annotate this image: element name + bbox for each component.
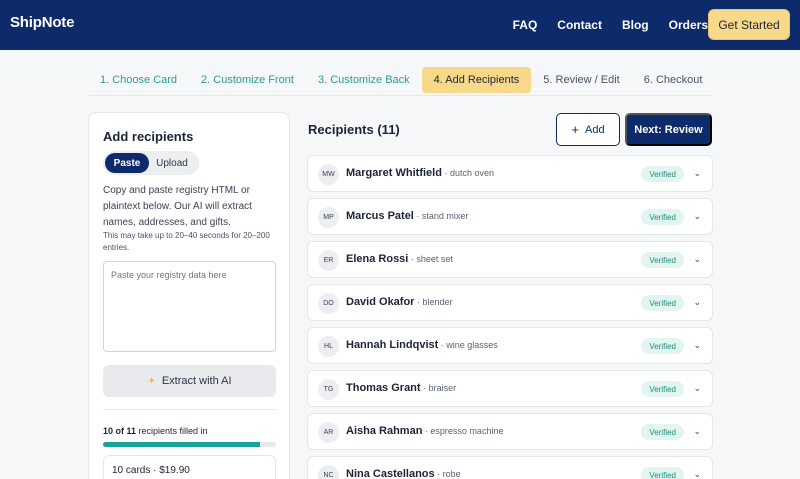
recipient-name: Aisha Rahman (346, 425, 423, 437)
recipient-row[interactable]: ER Elena Rossi · sheet set Verified ⌄ (307, 241, 713, 278)
step-add-recipients[interactable]: 4. Add Recipients (421, 66, 532, 93)
plus-icon: + (571, 122, 579, 137)
step-customize-front[interactable]: 2. Customize Front (189, 67, 306, 93)
recipient-name-line: Elena Rossi · sheet set (346, 253, 453, 265)
recipient-row[interactable]: MW Margaret Whitfield · dutch oven Verif… (307, 155, 713, 192)
status-badge: Verified (641, 381, 684, 397)
main-nav: FAQ Contact Blog Orders (493, 0, 708, 50)
recipients-title: Recipients (11) (308, 122, 400, 137)
status-badge: Verified (641, 424, 684, 440)
paste-instructions: Copy and paste registry HTML or plaintex… (103, 185, 252, 228)
recipient-gift: · espresso machine (422, 426, 504, 436)
recipient-row[interactable]: TG Thomas Grant · braiser Verified ⌄ (307, 370, 713, 407)
avatar: ER (318, 250, 339, 271)
add-recipients-panel: Add recipients Paste Upload Copy and pas… (88, 112, 290, 479)
extract-label: Extract with AI (161, 375, 232, 387)
sparkle-icon: ✦ (147, 375, 156, 387)
recipient-row[interactable]: MP Marcus Patel · stand mixer Verified ⌄ (307, 198, 713, 235)
paste-tab[interactable]: Paste (105, 153, 149, 173)
status-badge: Verified (641, 209, 684, 225)
recipient-name: Elena Rossi (346, 253, 409, 265)
recipient-name-line: Thomas Grant · braiser (346, 382, 456, 394)
nav-blog[interactable]: Blog (622, 18, 649, 32)
logo[interactable]: ShipNote (10, 14, 74, 31)
step-review-edit[interactable]: 5. Review / Edit (531, 67, 631, 93)
next-review-button[interactable]: Next: Review (625, 113, 712, 146)
recipient-name-line: Hannah Lindqvist · wine glasses (346, 339, 498, 351)
recipient-gift: · robe (434, 469, 461, 479)
nav-orders[interactable]: Orders (669, 18, 708, 32)
recipient-name-line: Aisha Rahman · espresso machine (346, 425, 503, 437)
upload-tab[interactable]: Upload (149, 153, 195, 173)
recipient-name: Margaret Whitfield (346, 167, 442, 179)
chevron-down-icon[interactable]: ⌄ (693, 469, 701, 479)
chevron-down-icon[interactable]: ⌄ (693, 211, 701, 222)
step-customize-back[interactable]: 3. Customize Back (306, 67, 422, 93)
recipient-row[interactable]: AR Aisha Rahman · espresso machine Verif… (307, 413, 713, 450)
processing-note: This may take up to 20–40 seconds for 20… (103, 231, 270, 252)
recipient-row[interactable]: HL Hannah Lindqvist · wine glasses Verif… (307, 327, 713, 364)
recipient-name-line: Nina Castellanos · robe (346, 468, 461, 479)
panel-title: Add recipients (103, 129, 194, 144)
progress-count: 10 of 11 (103, 426, 137, 436)
add-label: Add (585, 123, 605, 136)
recipient-name-line: Marcus Patel · stand mixer (346, 210, 468, 222)
avatar: DO (318, 293, 339, 314)
step-choose-card[interactable]: 1. Choose Card (88, 67, 189, 93)
get-started-button[interactable]: Get Started (708, 9, 790, 40)
recipient-gift: · dutch oven (441, 168, 494, 178)
recipient-gift: · sheet set (408, 254, 453, 264)
recipient-name-line: David Okafor · blender (346, 296, 453, 308)
status-badge: Verified (641, 166, 684, 182)
recipient-gift: · braiser (420, 383, 457, 393)
order-summary: 10 cards · $19.90 (103, 455, 276, 479)
registry-textarea[interactable] (103, 261, 276, 352)
progress-label: 10 of 11 recipients filled in (103, 426, 208, 436)
status-badge: Verified (641, 467, 684, 479)
recipient-name: Thomas Grant (346, 382, 421, 394)
chevron-down-icon[interactable]: ⌄ (693, 254, 701, 265)
recipient-gift: · stand mixer (413, 211, 469, 221)
progress-bar-fill (103, 442, 261, 447)
recipient-name-line: Margaret Whitfield · dutch oven (346, 167, 494, 179)
avatar: MW (318, 164, 339, 185)
chevron-down-icon[interactable]: ⌄ (693, 297, 701, 308)
progress-bar (103, 442, 276, 447)
chevron-down-icon[interactable]: ⌄ (693, 340, 701, 351)
add-recipient-button[interactable]: + Add (556, 113, 620, 146)
chevron-down-icon[interactable]: ⌄ (693, 168, 701, 179)
recipient-name: Marcus Patel (346, 210, 414, 222)
status-badge: Verified (641, 252, 684, 268)
top-navbar: ShipNote FAQ Contact Blog Orders Get Sta… (0, 0, 800, 50)
recipient-name: Nina Castellanos (346, 468, 435, 479)
recipient-gift: · wine glasses (438, 340, 498, 350)
avatar: TG (318, 379, 339, 400)
chevron-down-icon[interactable]: ⌄ (693, 383, 701, 394)
nav-faq[interactable]: FAQ (513, 18, 538, 32)
recipient-gift: · blender (414, 297, 453, 307)
avatar: AR (318, 422, 339, 443)
chevron-down-icon[interactable]: ⌄ (693, 426, 701, 437)
step-checkout[interactable]: 6. Checkout (632, 67, 715, 93)
input-mode-toggle: Paste Upload (103, 151, 199, 175)
progress-stepper: 1. Choose Card 2. Customize Front 3. Cus… (88, 64, 712, 96)
progress-suffix: recipients filled in (136, 426, 208, 436)
avatar: MP (318, 207, 339, 228)
recipient-name: David Okafor (346, 296, 415, 308)
status-badge: Verified (641, 338, 684, 354)
recipient-row[interactable]: NC Nina Castellanos · robe Verified ⌄ (307, 456, 713, 479)
avatar: HL (318, 336, 339, 357)
recipient-name: Hannah Lindqvist (346, 339, 439, 351)
status-badge: Verified (641, 295, 684, 311)
nav-contact[interactable]: Contact (557, 18, 602, 32)
divider (103, 409, 277, 410)
recipient-row[interactable]: DO David Okafor · blender Verified ⌄ (307, 284, 713, 321)
avatar: NC (318, 465, 339, 479)
extract-with-ai-button[interactable]: ✦ Extract with AI (103, 365, 276, 397)
